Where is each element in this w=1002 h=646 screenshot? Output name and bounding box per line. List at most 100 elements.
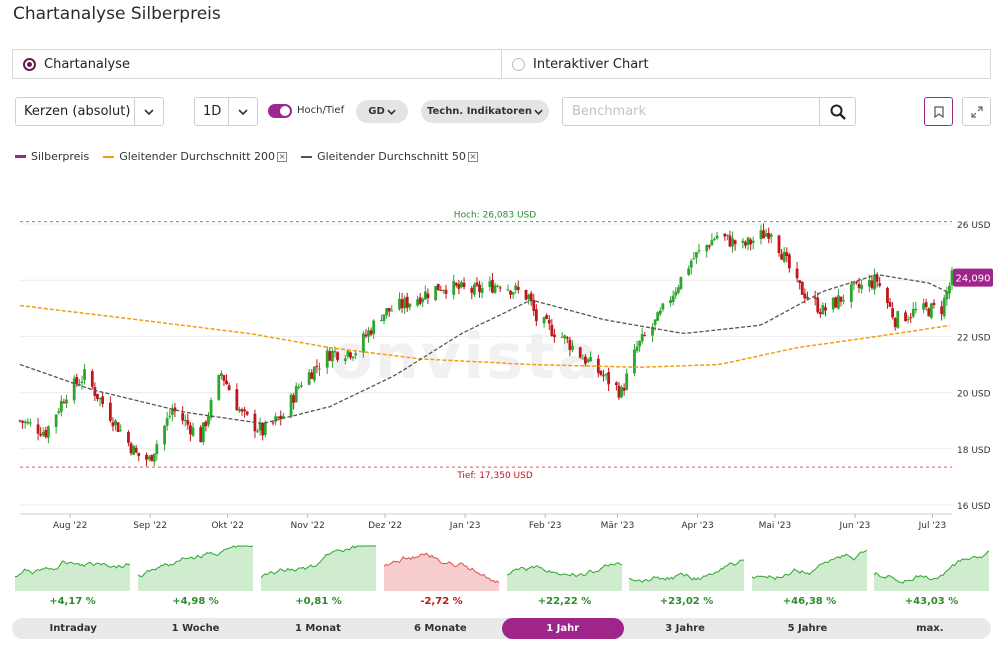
period-tab[interactable]: 1 Monat bbox=[257, 618, 379, 639]
mode-chartanalyse[interactable]: Chartanalyse bbox=[13, 50, 501, 78]
candle-body bbox=[803, 293, 807, 299]
candle-body bbox=[364, 334, 368, 337]
chart-type-select[interactable]: Kerzen (absolut) bbox=[15, 97, 164, 126]
candle-body bbox=[472, 284, 476, 295]
search-button[interactable] bbox=[819, 98, 855, 125]
candle-body bbox=[354, 353, 358, 356]
minichart-2[interactable]: +0,81 % bbox=[261, 543, 376, 613]
candle-body bbox=[98, 398, 102, 400]
candle-body bbox=[90, 371, 94, 387]
remove-ma200-icon[interactable]: × bbox=[277, 151, 288, 162]
candle-body bbox=[101, 396, 105, 404]
candle-body bbox=[127, 432, 130, 443]
benchmark-input[interactable] bbox=[563, 98, 819, 125]
candle-body bbox=[614, 382, 618, 386]
candle-body bbox=[405, 296, 409, 308]
minichart-sparkline bbox=[752, 549, 867, 591]
candle-body bbox=[155, 444, 159, 455]
candle-body bbox=[475, 282, 479, 286]
candle-body bbox=[462, 282, 466, 288]
candle-body bbox=[617, 385, 621, 398]
candle-body bbox=[545, 315, 549, 319]
candle-body bbox=[297, 386, 301, 388]
minichart-sparkline bbox=[15, 560, 130, 591]
candle-body bbox=[181, 413, 185, 421]
candle-body bbox=[227, 385, 231, 391]
candle-body bbox=[658, 310, 662, 315]
candle-body bbox=[330, 350, 334, 362]
radio-unselected-icon bbox=[512, 57, 525, 71]
candle-body bbox=[183, 419, 187, 422]
price-chart[interactable]: 16 USD18 USD20 USD22 USD24 USD26 USDAug … bbox=[0, 208, 1002, 538]
candle-body bbox=[547, 319, 551, 324]
remove-ma50-icon[interactable]: × bbox=[467, 151, 478, 162]
minichart-1[interactable]: +4,98 % bbox=[138, 543, 253, 613]
low-label: Tief: 17,350 USD bbox=[456, 471, 533, 481]
fullscreen-button[interactable] bbox=[962, 97, 991, 126]
candle-body bbox=[145, 454, 148, 460]
hoch-tief-toggle[interactable] bbox=[268, 104, 292, 118]
x-tick-label: Mai '23 bbox=[759, 521, 792, 531]
candle-body bbox=[488, 281, 492, 287]
candle-body bbox=[369, 330, 373, 335]
bookmark-button[interactable] bbox=[924, 97, 953, 126]
period-tab[interactable]: 3 Jahre bbox=[624, 618, 746, 639]
candle-body bbox=[506, 289, 510, 291]
candle-body bbox=[108, 402, 112, 421]
candle-body bbox=[243, 409, 247, 412]
gd-dropdown[interactable]: GD bbox=[356, 100, 408, 123]
candle-body bbox=[41, 432, 45, 436]
candle-body bbox=[276, 416, 280, 418]
candle-body bbox=[749, 239, 753, 245]
candle-body bbox=[219, 373, 223, 376]
candle-body bbox=[906, 319, 910, 321]
period-tab[interactable]: 1 Jahr bbox=[501, 618, 624, 639]
candle-body bbox=[129, 443, 133, 454]
minichart-6[interactable]: +46,38 % bbox=[752, 543, 867, 613]
chart-type-value: Kerzen (absolut) bbox=[24, 104, 131, 119]
candle-body bbox=[263, 422, 267, 435]
candle-body bbox=[96, 393, 99, 400]
minichart-percent: +4,98 % bbox=[172, 596, 219, 607]
candle-body bbox=[480, 287, 484, 294]
period-tab[interactable]: Intraday bbox=[12, 618, 134, 639]
period-tab[interactable]: max. bbox=[869, 618, 991, 639]
period-tab[interactable]: 1 Woche bbox=[134, 618, 256, 639]
minichart-4[interactable]: +22,22 % bbox=[507, 543, 622, 613]
last-price-label: 24,090 bbox=[956, 274, 991, 285]
x-tick-label: Feb '23 bbox=[529, 521, 562, 531]
candle-body bbox=[65, 399, 68, 404]
y-tick-label: 26 USD bbox=[957, 221, 991, 231]
candle-body bbox=[950, 270, 954, 286]
interval-select[interactable]: 1D bbox=[194, 97, 258, 126]
minichart-0[interactable]: +4,17 % bbox=[15, 543, 130, 613]
candle-body bbox=[888, 302, 892, 307]
candle-body bbox=[795, 268, 799, 279]
candle-body bbox=[578, 347, 582, 358]
candle-body bbox=[607, 372, 611, 385]
bookmark-icon bbox=[933, 105, 944, 118]
candle-body bbox=[168, 415, 172, 417]
candle-body bbox=[83, 369, 86, 381]
candle-body bbox=[922, 303, 926, 310]
candle-body bbox=[470, 288, 474, 293]
y-tick-label: 18 USD bbox=[957, 446, 991, 456]
minichart-7[interactable]: +43,03 % bbox=[874, 543, 989, 613]
period-tab[interactable]: 6 Monate bbox=[379, 618, 501, 639]
candle-body bbox=[222, 375, 226, 381]
candle-body bbox=[333, 351, 337, 353]
legend-label: Silberpreis bbox=[31, 150, 90, 163]
candle-body bbox=[777, 235, 781, 254]
candle-body bbox=[54, 414, 58, 427]
candle-body bbox=[550, 324, 554, 336]
minichart-3[interactable]: -2,72 % bbox=[384, 543, 499, 613]
minichart-5[interactable]: +23,02 % bbox=[629, 543, 744, 613]
mode-interaktiver-chart[interactable]: Interaktiver Chart bbox=[501, 50, 990, 78]
x-tick-label: Jul '23 bbox=[918, 521, 947, 531]
candle-body bbox=[403, 298, 407, 309]
x-tick-label: Jun '23 bbox=[839, 521, 871, 531]
candle-body bbox=[679, 276, 683, 289]
indicators-dropdown[interactable]: Techn. Indikatoren bbox=[421, 100, 549, 123]
candle-body bbox=[18, 420, 22, 422]
period-tab[interactable]: 5 Jahre bbox=[746, 618, 868, 639]
